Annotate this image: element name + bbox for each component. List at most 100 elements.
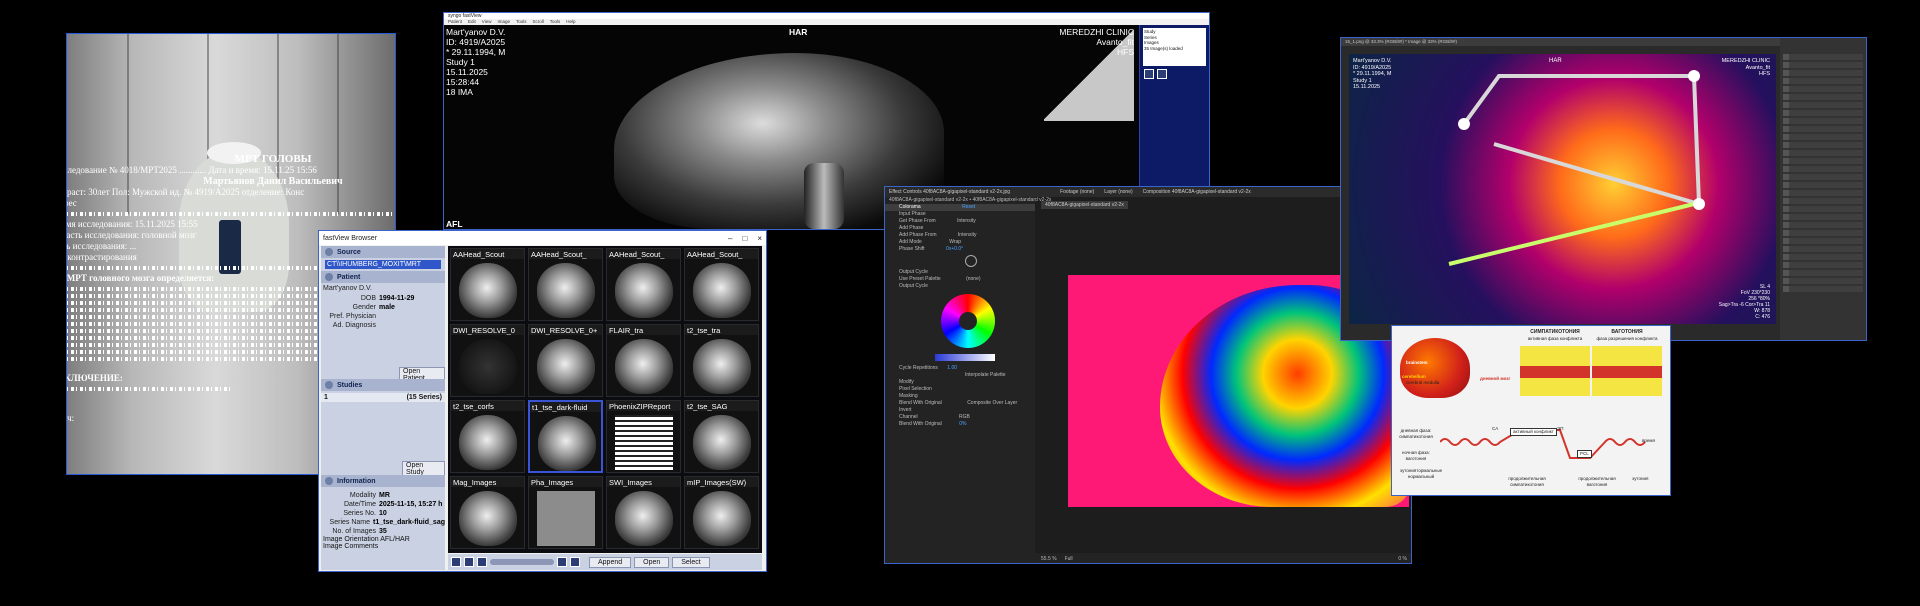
ae-dropdown[interactable]: Wrap: [949, 239, 961, 245]
menu-item[interactable]: View: [482, 19, 492, 25]
ae-subtitle: 40f8AC8A-gigapixel-standard v2-2x • 40f8…: [889, 197, 1052, 203]
report-line1: Исследование № 4018/МРТ2025 ............…: [66, 165, 317, 175]
studies-header: Studies: [321, 379, 445, 391]
menu-item[interactable]: Patient: [448, 19, 462, 25]
ae-row[interactable]: Modify: [885, 379, 1035, 386]
info-line: MEREDZHI CLINIC: [1059, 27, 1134, 37]
series-thumbnail[interactable]: Mag_Images: [450, 476, 525, 549]
maximize-icon[interactable]: □: [742, 234, 747, 243]
field-row: Gender male: [321, 303, 445, 312]
append-button[interactable]: Append: [589, 556, 632, 568]
ae-dropdown[interactable]: Intensity: [958, 232, 977, 238]
undo-icon[interactable]: [557, 557, 567, 567]
ae-row[interactable]: Blend With Original 0%: [885, 421, 1035, 428]
ae-value[interactable]: 0%: [959, 421, 966, 427]
spine-shape: [804, 163, 844, 229]
select-button[interactable]: Select: [672, 556, 710, 568]
time-label: время: [1642, 438, 1655, 443]
series-thumbnail[interactable]: DWI_RESOLVE_0+: [528, 324, 603, 397]
menu-item[interactable]: Image: [497, 19, 510, 25]
layout-list-icon[interactable]: [464, 557, 474, 567]
size-slider[interactable]: [490, 559, 554, 565]
series-thumbnail[interactable]: t2_tse_SAG: [684, 400, 759, 473]
ae-effect-tab[interactable]: Effect Controls 40f8AC8A-gigapixel-stand…: [889, 189, 1010, 195]
series-thumbnail[interactable]: AAHead_Scout: [450, 248, 525, 321]
thumbnail-label: DWI_RESOLVE_0+: [529, 325, 602, 335]
ae-dropdown[interactable]: Intensity: [957, 218, 976, 224]
ae-row[interactable]: Input Phase: [885, 211, 1035, 218]
ae-checkbox[interactable]: Composite Over Layer: [967, 400, 1017, 406]
info-line: ID: 4919/A2025: [446, 37, 506, 47]
ae-row[interactable]: Blend With Original Composite Over Layer: [885, 400, 1035, 407]
series-thumbnail[interactable]: FLAIR_tra: [606, 324, 681, 397]
ae-value[interactable]: 0x+0.0°: [946, 246, 963, 252]
resolution-dropdown[interactable]: Full: [1065, 556, 1073, 562]
series-thumbnail[interactable]: DWI_RESOLVE_0: [450, 324, 525, 397]
ae-comp-name-tab[interactable]: 40f8AC8A-gigapixel-standard v2-2x: [1041, 201, 1128, 209]
ae-dropdown[interactable]: RGB: [959, 414, 970, 420]
ae-reset-link[interactable]: Reset: [962, 204, 975, 210]
layout-icon[interactable]: [1157, 69, 1167, 79]
image-comments: Image Comments: [323, 543, 379, 550]
series-thumbnail[interactable]: PhoenixZIPReport: [606, 400, 681, 473]
menu-item[interactable]: Scroll: [533, 19, 544, 25]
ae-row[interactable]: Use Preset Palette (none): [885, 276, 1035, 283]
ae-layer-tab[interactable]: Layer (none): [1104, 189, 1132, 195]
zoom-dropdown[interactable]: 55.5 %: [1041, 556, 1057, 562]
open-button[interactable]: Open: [634, 556, 670, 568]
series-thumbnail[interactable]: AAHead_Scout_: [528, 248, 603, 321]
field-key: Gender: [352, 304, 376, 311]
ae-row[interactable]: Colorama Reset: [885, 204, 1035, 211]
minimize-icon[interactable]: –: [728, 234, 732, 243]
source-field[interactable]: CT\\IHUMBERG_MOXIT\MRT: [325, 260, 441, 269]
series-thumbnail[interactable]: SWI_Images: [606, 476, 681, 549]
layout-grid-icon[interactable]: [451, 557, 461, 567]
ae-footage-tab[interactable]: Footage (none): [1060, 189, 1094, 195]
info-row: Series Name t1_tse_dark-fluid_sag: [321, 518, 445, 527]
phase-dial-icon[interactable]: [965, 255, 977, 267]
ae-row[interactable]: Masking: [885, 393, 1035, 400]
ae-row[interactable]: Output Cycle: [885, 269, 1035, 276]
info-icon[interactable]: [1144, 69, 1154, 79]
redo-icon[interactable]: [570, 557, 580, 567]
source-icon: [325, 248, 333, 256]
info-line: 18 IMA: [446, 87, 473, 97]
series-thumbnail[interactable]: t2_tse_tra: [684, 324, 759, 397]
ae-comp-tab[interactable]: Composition 40f8AC8A-gigapixel-standard …: [1143, 189, 1251, 195]
thumbnail-label: SWI_Images: [607, 477, 680, 487]
image-icon[interactable]: [477, 557, 487, 567]
menu-item[interactable]: Tools: [516, 19, 527, 25]
ae-checkbox[interactable]: Interpolate Palette: [885, 372, 1035, 379]
ae-row[interactable]: Get Phase From Intensity: [885, 218, 1035, 225]
series-thumbnail[interactable]: mIP_Images(SW): [684, 476, 759, 549]
ae-row[interactable]: Add Phase From Intensity: [885, 232, 1035, 239]
ae-row[interactable]: Channel RGB: [885, 414, 1035, 421]
series-thumbnail[interactable]: Pha_Images: [528, 476, 603, 549]
field-key: DOB: [360, 295, 376, 302]
studies-icon: [325, 381, 333, 389]
study-row[interactable]: 1 (15 Series): [321, 393, 445, 402]
menu-item[interactable]: Help: [566, 19, 575, 25]
patient-name-field: Mart'yanov D.V.: [323, 285, 372, 292]
ae-row[interactable]: Phase Shift 0x+0.0°: [885, 246, 1035, 253]
ae-row[interactable]: Add Mode Wrap: [885, 239, 1035, 246]
series-thumbnail[interactable]: AAHead_Scout_: [606, 248, 681, 321]
series-thumbnail-selected[interactable]: t1_tse_dark-fluid: [528, 400, 603, 473]
menu-item[interactable]: Tools: [550, 19, 561, 25]
ae-dropdown[interactable]: (none): [966, 276, 980, 282]
ae-value[interactable]: 1.00: [947, 365, 957, 371]
source-label: Source: [337, 248, 361, 256]
info-line: Avanto_fit: [1096, 37, 1134, 47]
exposure-value[interactable]: 0 %: [1398, 556, 1407, 562]
ae-row[interactable]: Add Phase: [885, 225, 1035, 232]
series-thumbnail[interactable]: t2_tse_corfs: [450, 400, 525, 473]
menu-item[interactable]: Edit: [468, 19, 476, 25]
conflict-diagram: brainstem cerebellum cerebral medulla дн…: [1391, 325, 1671, 496]
series-thumbnail[interactable]: AAHead_Scout_: [684, 248, 759, 321]
ae-row[interactable]: Invert: [885, 407, 1035, 414]
close-icon[interactable]: ×: [757, 234, 762, 243]
color-wheel[interactable]: [941, 294, 995, 348]
ae-row[interactable]: Output Cycle: [885, 283, 1035, 290]
ae-row[interactable]: Cycle Repetitions 1.00: [885, 365, 1035, 372]
ae-row[interactable]: Pixel Selection: [885, 386, 1035, 393]
